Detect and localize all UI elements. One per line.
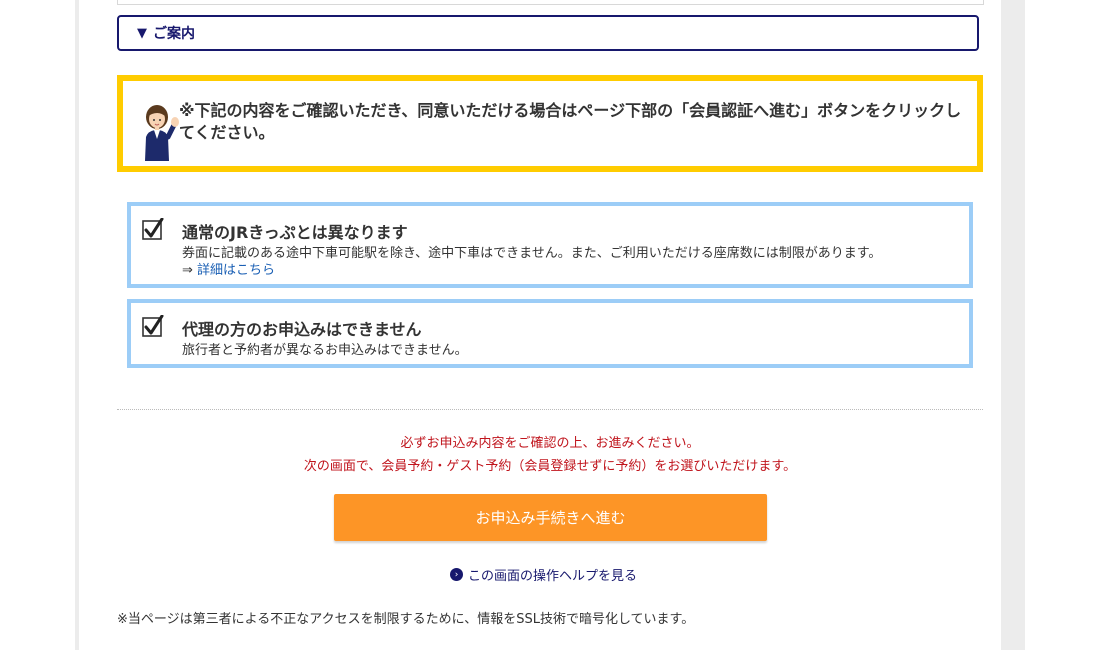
guide-label: ご案内 [153,26,195,42]
operator-woman-icon [145,105,179,161]
proceed-button[interactable]: お申込み手続きへ進む [334,494,767,541]
card-description: 券面に記載のある途中下車可能駅を除き、途中下車はできません。また、ご利用いただけ… [182,246,882,261]
card-title: 通常のJRきっぷとは異なります [182,223,408,242]
triangle-down-icon: ▼ [137,25,147,41]
checkbox-checked-icon[interactable] [142,218,164,240]
card-title: 代理の方のお申込みはできません [182,320,422,339]
guide-accordion[interactable]: ▼ ご案内 [117,15,979,51]
dotted-divider [117,409,983,410]
ssl-note: ※当ページは第三者による不正なアクセスを制限するために、情報をSSL技術で暗号化… [117,612,695,627]
details-link-row: ⇒ 詳細はこちら [182,259,275,278]
info-card-proxy: 代理の方のお申込みはできません 旅行者と予約者が異なるお申込みはできません。 [127,299,973,368]
confirm-warning: 必ずお申込み内容をご確認の上、お進みください。 [400,436,700,451]
next-screen-note: 次の画面で、会員予約・ゲスト予約（会員登録せずに予約）をお選びいただけます。 [303,459,797,474]
arrow-right-icon: ⇒ [182,263,198,278]
details-link[interactable]: 詳細はこちら [197,263,275,278]
card-description: 旅行者と予約者が異なるお申込みはできません。 [182,343,468,358]
notice-box: ※下記の内容をご確認いただき、同意いただける場合はページ下部の「会員認証へ進む」… [117,75,983,172]
help-link-text[interactable]: この画面の操作ヘルプを見る [468,565,637,584]
info-card-jr-ticket: 通常のJRきっぷとは異なります 券面に記載のある途中下車可能駅を除き、途中下車は… [127,202,973,288]
notice-text: ※下記の内容をご確認いただき、同意いただける場合はページ下部の「会員認証へ進む」… [179,101,962,142]
checkbox-checked-icon[interactable] [142,315,164,337]
previous-section-box [117,0,984,5]
chevron-circle-icon: › [450,568,463,581]
help-link[interactable]: › この画面の操作ヘルプを見る [450,565,637,584]
